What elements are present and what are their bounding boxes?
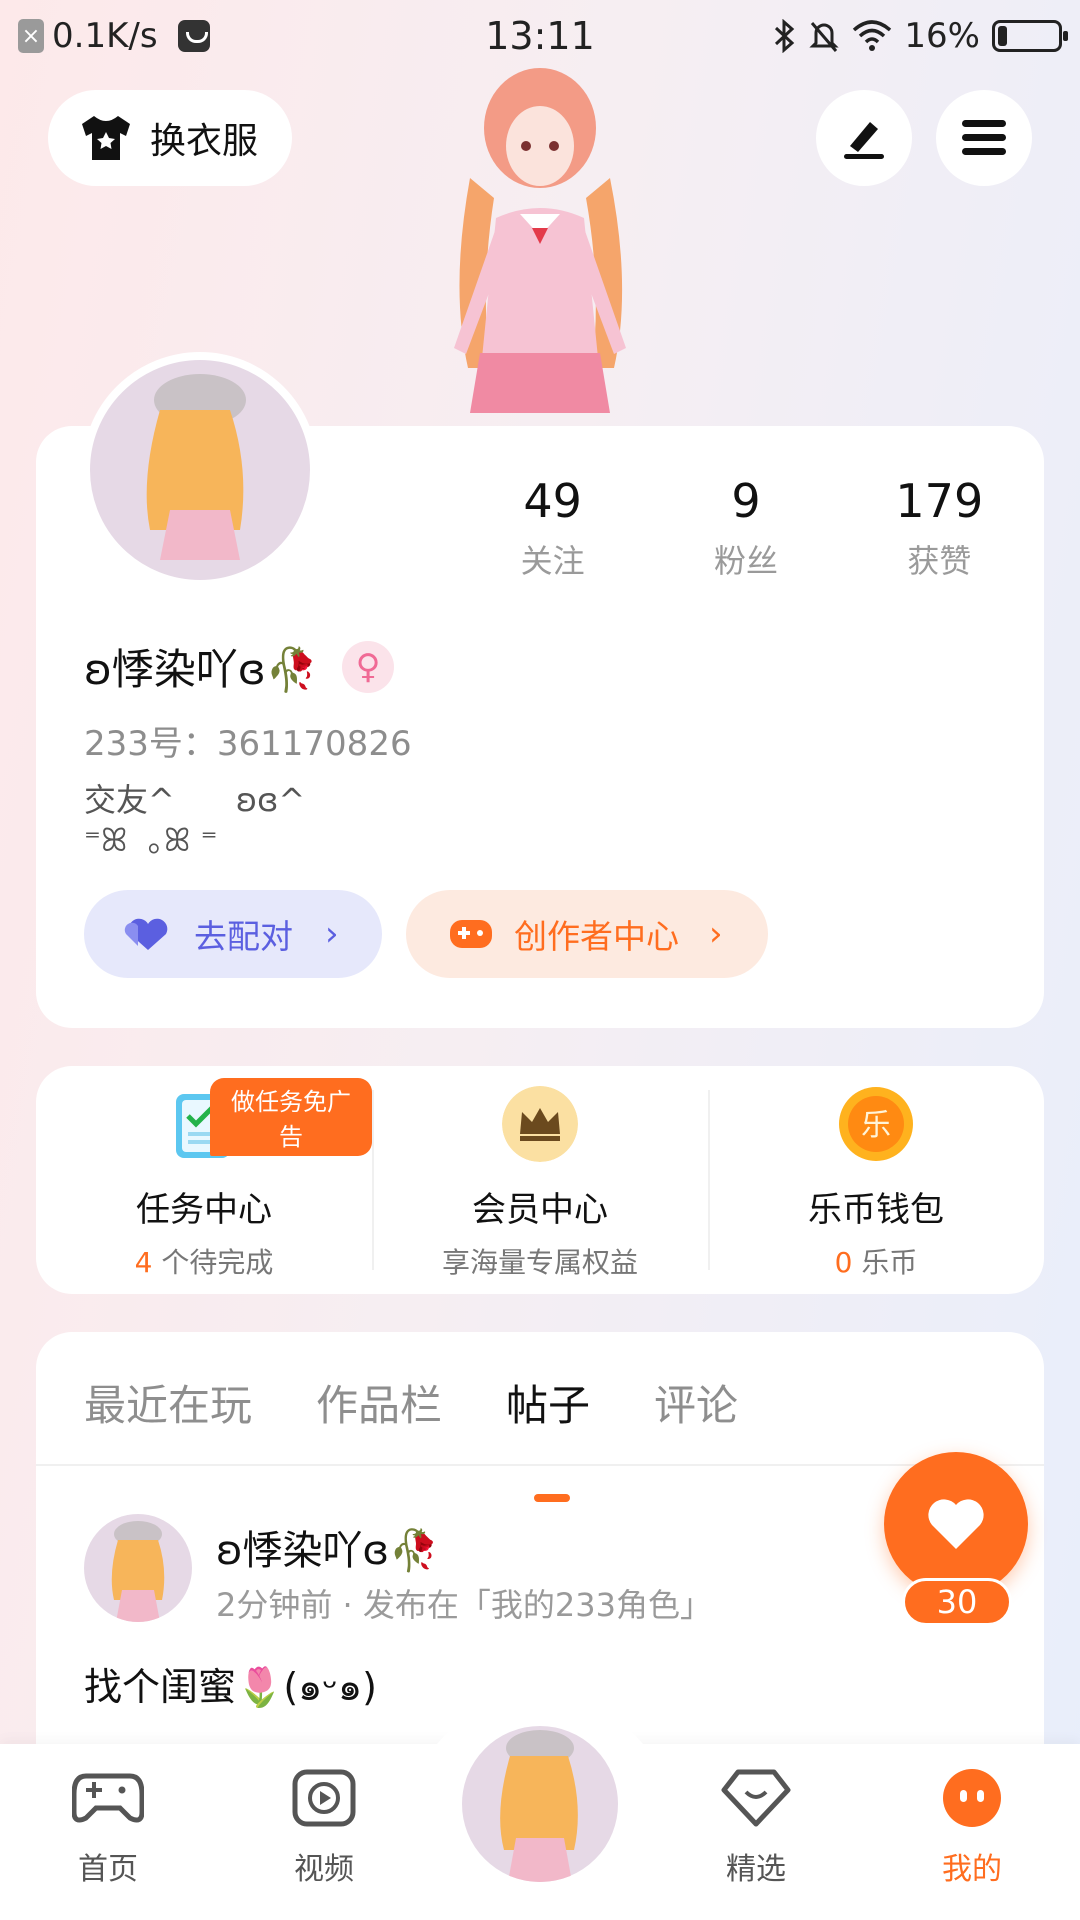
heart-icon [928, 1499, 984, 1549]
coin-wallet-subtitle: 0 乐币 [708, 1241, 1044, 1281]
following-label: 关注 [520, 542, 585, 580]
video-icon [292, 1769, 356, 1827]
pending-count: 4 [134, 1246, 153, 1279]
member-center-title: 会员中心 [472, 1190, 608, 1230]
wifi-icon [853, 20, 892, 51]
female-gender-icon: ♀ [342, 640, 395, 693]
feed-tabs: 最近在玩 作品栏 帖子 评论 [84, 1372, 738, 1502]
edit-icon [844, 122, 884, 159]
likes-count: 179 [895, 474, 984, 528]
go-match-button[interactable]: 去配对 › [84, 890, 382, 978]
post-content[interactable]: 找个闺蜜🌷(๑ᵕ๑) [84, 1656, 377, 1717]
chevron-right-icon: › [709, 914, 723, 954]
nav-mine[interactable]: 我的 [902, 1768, 1042, 1888]
post-author-avatar[interactable] [84, 1514, 192, 1622]
nav-video[interactable]: 视频 [254, 1768, 394, 1888]
tab-comments[interactable]: 评论 [654, 1372, 738, 1433]
following-count: 49 [523, 474, 582, 528]
post-author-name[interactable]: ʚ悸染吖ɞ🥀 [216, 1518, 439, 1576]
status-bar: × 0.1K/s 13:11 16% [0, 0, 1080, 72]
stats-row: 49 关注 9 粉丝 179 获赞 [456, 474, 1036, 582]
battery-icon [992, 20, 1068, 52]
avatar-3d-figure[interactable] [410, 68, 670, 428]
tab-recent[interactable]: 最近在玩 [84, 1372, 252, 1433]
member-center[interactable]: 会员中心 享海量专属权益 [372, 1066, 708, 1294]
nickname: ʚ悸染吖ɞ🥀 [84, 645, 319, 694]
post-meta: 2分钟前 · 发布在「我的233角色」 [216, 1586, 712, 1624]
go-match-label: 去配对 [194, 917, 293, 956]
avatar-figure [146, 374, 246, 560]
profile-avatar[interactable] [82, 352, 318, 588]
change-outfit-label: 换衣服 [150, 121, 259, 162]
followers-count: 9 [731, 474, 761, 528]
coin-wallet[interactable]: 乐 乐币钱包 0 乐币 [708, 1066, 1044, 1294]
nav-home[interactable]: 首页 [38, 1768, 178, 1888]
creator-center-button[interactable]: 创作者中心 › [406, 890, 768, 978]
followers-label: 粉丝 [713, 542, 778, 580]
bio: 交友^ ʚɞ^ ⁼ꕤ ｡ꕤ ⁼ [84, 781, 306, 859]
member-center-subtitle: 享海量专属权益 [441, 1246, 638, 1279]
user-id: 233号：361170826 [84, 724, 412, 764]
edit-button[interactable] [816, 90, 912, 186]
profile-face-icon [943, 1769, 1001, 1827]
services-row: 做任务免广告 任务中心 4 个待完成 会员中心 享海量专属权益 乐 乐币钱包 0… [36, 1066, 1044, 1294]
nav-video-label: 视频 [294, 1852, 354, 1887]
avatar-figure [500, 1730, 578, 1882]
coin-balance: 0 [834, 1246, 853, 1279]
coin-wallet-title: 乐币钱包 [808, 1190, 944, 1230]
coin-unit: 乐币 [852, 1246, 918, 1279]
tab-divider [36, 1464, 1044, 1466]
avatar-figure [111, 1521, 165, 1622]
menu-button[interactable] [936, 90, 1032, 186]
nickname-row: ʚ悸染吖ɞ🥀 ♀ [84, 636, 395, 697]
like-button[interactable] [884, 1452, 1028, 1596]
tab-posts[interactable]: 帖子 [506, 1372, 590, 1502]
mute-icon [809, 22, 840, 52]
pending-label: 个待完成 [152, 1246, 274, 1279]
like-count: 30 [902, 1578, 1012, 1626]
coin-icon: 乐 [839, 1087, 913, 1161]
gamepad-icon [71, 1773, 145, 1823]
change-outfit-button[interactable]: 换衣服 [48, 90, 292, 186]
menu-icon [962, 120, 1006, 155]
coin-char: 乐 [861, 1108, 891, 1143]
crown-icon [502, 1086, 578, 1162]
nav-avatar[interactable] [456, 1720, 624, 1888]
heart-diamond-icon [721, 1769, 791, 1827]
battery-level [998, 26, 1008, 46]
status-right: 16% [772, 16, 1068, 56]
bluetooth-icon [775, 19, 795, 53]
nav-featured-label: 精选 [726, 1852, 786, 1887]
creator-center-label: 创作者中心 [514, 917, 679, 956]
shirt-icon [82, 116, 130, 160]
task-center-subtitle: 4 个待完成 [36, 1241, 372, 1281]
stat-followers[interactable]: 9 粉丝 [649, 474, 842, 582]
nav-home-label: 首页 [78, 1852, 138, 1887]
nav-mine-label: 我的 [942, 1852, 1002, 1887]
battery-percent: 16% [904, 16, 980, 56]
task-center-title: 任务中心 [136, 1190, 272, 1230]
gamepad-plus-icon [450, 920, 492, 948]
hearts-icon [124, 918, 168, 950]
task-badge: 做任务免广告 [210, 1078, 372, 1156]
nav-featured[interactable]: 精选 [686, 1768, 826, 1888]
likes-label: 获赞 [907, 542, 972, 580]
tab-works[interactable]: 作品栏 [316, 1372, 442, 1433]
task-center[interactable]: 做任务免广告 任务中心 4 个待完成 [36, 1066, 372, 1294]
chevron-right-icon: › [325, 914, 339, 954]
stat-following[interactable]: 49 关注 [456, 474, 649, 582]
stat-likes[interactable]: 179 获赞 [843, 474, 1036, 582]
